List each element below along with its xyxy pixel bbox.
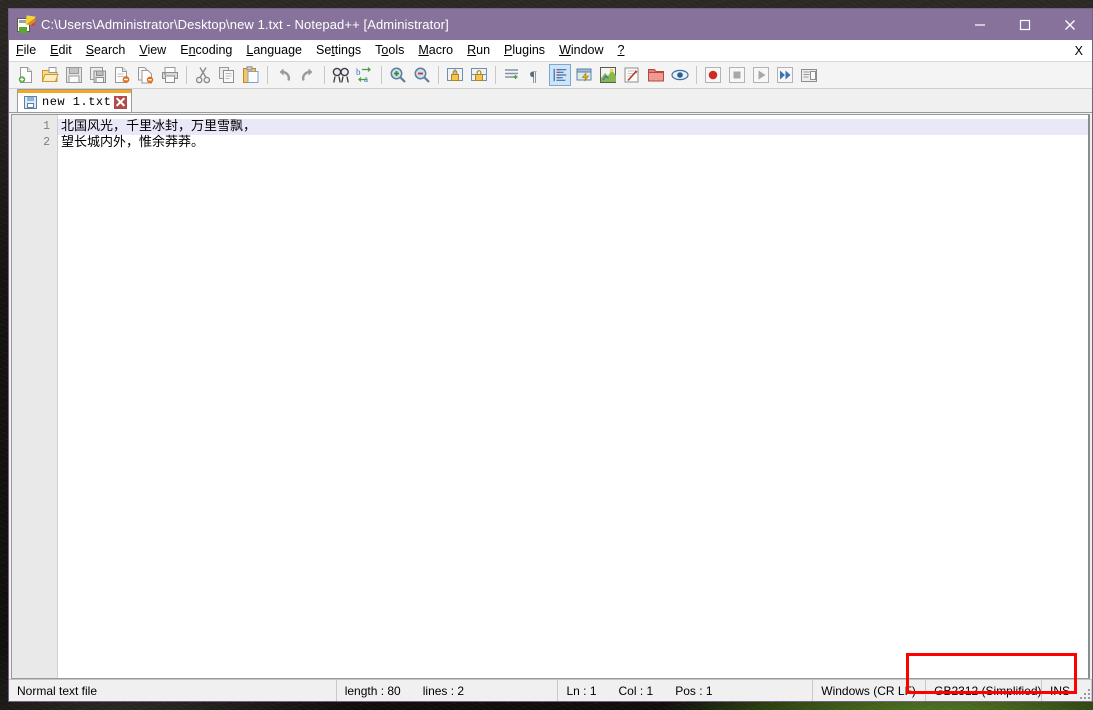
status-file-type: Normal text file [9, 679, 337, 701]
line-number-gutter: 1 2 [12, 115, 58, 678]
undo-icon[interactable] [273, 64, 295, 86]
notepad-plus-plus-window: C:\Users\Administrator\Desktop\new 1.txt… [8, 8, 1093, 702]
toolbar-separator [438, 66, 439, 84]
editor-area: 1 2 北国风光，千里冰封，万里雪飘， 望长城内外，惟余莽莽。 [9, 113, 1092, 679]
menu-item-run[interactable]: Run [460, 41, 497, 60]
line-number: 2 [43, 136, 50, 149]
notepad-plus-plus-icon [17, 14, 36, 33]
toolbar: b a ¶ [9, 62, 1092, 89]
menu-item-plugins[interactable]: Plugins [497, 41, 552, 60]
code-content[interactable]: 北国风光，千里冰封，万里雪飘， 望长城内外，惟余莽莽。 [58, 115, 1088, 678]
sync-horizontal-scroll-icon[interactable] [468, 64, 490, 86]
word-wrap-icon[interactable] [501, 64, 523, 86]
status-col: Col : 1 [618, 683, 654, 698]
tab-new-1-txt[interactable]: new 1.txt [17, 89, 133, 112]
toolbar-separator [495, 66, 496, 84]
menu-item-window[interactable]: Window [552, 41, 610, 60]
menu-item-file[interactable]: File [9, 41, 43, 60]
code-line[interactable]: 望长城内外，惟余莽莽。 [58, 135, 1088, 151]
save-macro-icon[interactable] [798, 64, 820, 86]
close-all-files-icon[interactable] [135, 64, 157, 86]
run-macro-multiple-icon[interactable] [774, 64, 796, 86]
close-document-button[interactable]: X [1075, 44, 1083, 58]
status-lines: lines : 2 [422, 683, 465, 698]
show-all-characters-icon[interactable]: ¶ [525, 64, 547, 86]
play-macro-icon[interactable] [750, 64, 772, 86]
close-file-icon[interactable] [111, 64, 133, 86]
cut-icon[interactable] [192, 64, 214, 86]
menu-item-view[interactable]: View [132, 41, 173, 60]
text-editor[interactable]: 1 2 北国风光，千里冰封，万里雪飘， 望长城内外，惟余莽莽。 [11, 114, 1090, 679]
find-icon[interactable] [330, 64, 352, 86]
folder-as-workspace-icon[interactable] [645, 64, 667, 86]
status-encoding[interactable]: GB2312 (Simplified) [926, 679, 1043, 701]
sync-vertical-scroll-icon[interactable] [444, 64, 466, 86]
user-defined-dialogue-icon[interactable] [573, 64, 595, 86]
menu-label-file: ile [23, 43, 37, 57]
open-file-icon[interactable] [39, 64, 61, 86]
window-title: C:\Users\Administrator\Desktop\new 1.txt… [41, 17, 449, 32]
close-tab-icon[interactable] [114, 95, 128, 109]
menu-item-encoding[interactable]: Encoding [173, 41, 239, 60]
code-line[interactable]: 北国风光，千里冰封，万里雪飘， [58, 119, 1088, 135]
record-macro-icon[interactable] [702, 64, 724, 86]
svg-text:¶: ¶ [530, 69, 537, 84]
copy-icon[interactable] [216, 64, 238, 86]
menu-item-help[interactable]: ? [611, 41, 632, 60]
status-length-lines: length : 80 lines : 2 [337, 679, 559, 701]
zoom-in-icon[interactable] [387, 64, 409, 86]
svg-text:b: b [356, 67, 361, 77]
show-indent-guide-icon[interactable] [549, 64, 571, 86]
title-bar: C:\Users\Administrator\Desktop\new 1.txt… [9, 9, 1092, 40]
replace-icon[interactable]: b a [354, 64, 376, 86]
redo-icon[interactable] [297, 64, 319, 86]
save-icon[interactable] [63, 64, 85, 86]
window-controls [957, 9, 1092, 40]
menu-item-tools[interactable]: Tools [368, 41, 411, 60]
save-all-icon[interactable] [87, 64, 109, 86]
toolbar-separator [381, 66, 382, 84]
toolbar-separator [267, 66, 268, 84]
status-eol-format[interactable]: Windows (CR LF) [813, 679, 927, 701]
status-ln: Ln : 1 [566, 683, 597, 698]
function-list-icon[interactable] [621, 64, 643, 86]
status-pos: Pos : 1 [675, 683, 713, 698]
print-icon[interactable] [159, 64, 181, 86]
tab-bar: new 1.txt [9, 89, 1092, 113]
menu-bar: File Edit Search View Encoding Language … [9, 40, 1092, 62]
maximize-button[interactable] [1002, 9, 1047, 40]
document-map-icon[interactable] [597, 64, 619, 86]
close-button[interactable] [1047, 9, 1092, 40]
save-icon [24, 95, 37, 109]
stop-macro-icon[interactable] [726, 64, 748, 86]
tab-label: new 1.txt [42, 95, 112, 109]
line-number: 1 [43, 120, 50, 133]
paste-icon[interactable] [240, 64, 262, 86]
monitoring-icon[interactable] [669, 64, 691, 86]
minimize-button[interactable] [957, 9, 1002, 40]
new-file-icon[interactable] [15, 64, 37, 86]
zoom-out-icon[interactable] [411, 64, 433, 86]
status-caret-position: Ln : 1 Col : 1 Pos : 1 [558, 679, 814, 701]
resize-grip[interactable] [1078, 687, 1090, 699]
status-bar: Normal text file length : 80 lines : 2 L… [9, 679, 1092, 701]
toolbar-separator [696, 66, 697, 84]
menu-item-language[interactable]: Language [239, 41, 309, 60]
menu-item-edit[interactable]: Edit [43, 41, 79, 60]
status-length: length : 80 [344, 683, 401, 698]
menu-item-search[interactable]: Search [79, 41, 133, 60]
menu-item-macro[interactable]: Macro [411, 41, 460, 60]
toolbar-separator [186, 66, 187, 84]
menu-item-settings[interactable]: Settings [309, 41, 368, 60]
toolbar-separator [324, 66, 325, 84]
